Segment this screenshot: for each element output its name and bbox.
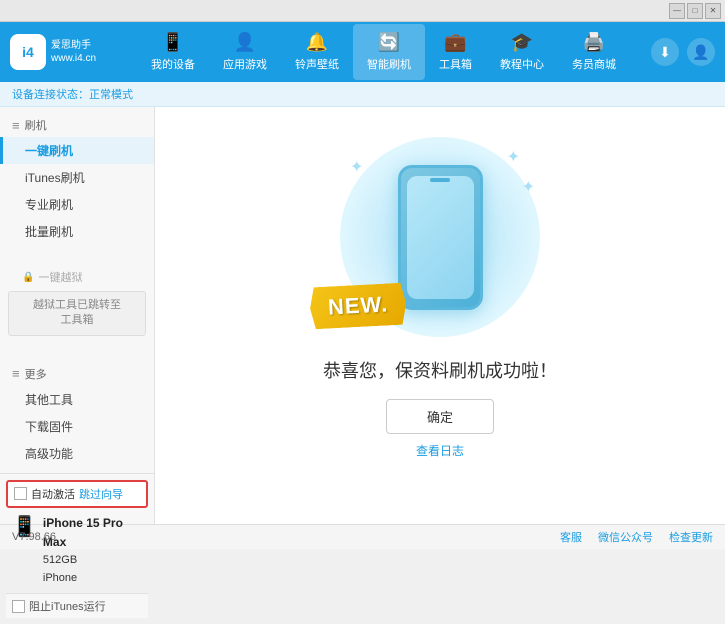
logo-text: 爱思助手 www.i4.cn bbox=[51, 39, 96, 65]
sidebar-item-batch-flash[interactable]: 批量刷机 bbox=[0, 218, 154, 245]
log-link[interactable]: 查看日志 bbox=[416, 442, 464, 459]
nav-toolbox[interactable]: 💼 工具箱 bbox=[425, 24, 486, 80]
phone-notch bbox=[430, 178, 450, 182]
logo-abbr: i4 bbox=[22, 44, 34, 60]
jailbreak-section-header: 🔒 一键越狱 bbox=[0, 265, 154, 289]
nav-my-device[interactable]: 📱 我的设备 bbox=[137, 24, 209, 80]
nav-ringtone-label: 铃声壁纸 bbox=[295, 56, 339, 72]
main-layout: ≡ 刷机 一键刷机 iTunes刷机 专业刷机 批量刷机 🔒 一键越狱 bbox=[0, 107, 725, 524]
status-value: 正常模式 bbox=[89, 89, 133, 101]
new-badge-text: NEW. bbox=[327, 291, 388, 319]
my-device-icon: 📱 bbox=[162, 32, 184, 53]
new-badge: NEW. bbox=[309, 283, 407, 330]
sidebar-item-itunes-flash[interactable]: iTunes刷机 bbox=[0, 164, 154, 191]
close-button[interactable]: ✕ bbox=[705, 3, 721, 19]
more-section-icon: ≡ bbox=[12, 366, 20, 381]
tutorial-icon: 🎓 bbox=[511, 32, 533, 53]
status-bar: 设备连接状态：正常模式 bbox=[0, 82, 725, 107]
phone-glow: ✦ ✦ ✦ NEW. bbox=[340, 137, 540, 337]
nav-ringtone[interactable]: 🔔 铃声壁纸 bbox=[281, 24, 353, 80]
window-title-bar: — □ ✕ bbox=[0, 0, 725, 22]
lock-icon: 🔒 bbox=[22, 272, 34, 283]
footer-right: 客服 微信公众号 检查更新 bbox=[560, 529, 713, 545]
sidebar-item-other-tools[interactable]: 其他工具 bbox=[0, 386, 154, 413]
nav-service-label: 务员商城 bbox=[572, 56, 616, 72]
flash-section: ≡ 刷机 一键刷机 iTunes刷机 专业刷机 批量刷机 bbox=[0, 107, 154, 251]
nav-smart-flash[interactable]: 🔄 智能刷机 bbox=[353, 24, 425, 80]
phone-body bbox=[398, 165, 483, 310]
auto-activate-label: 自动激活 bbox=[31, 486, 75, 502]
success-message: 恭喜您，保资料刷机成功啦！ bbox=[323, 357, 557, 383]
device-type: iPhone bbox=[43, 570, 142, 588]
header-right: ⬇ 👤 bbox=[651, 38, 715, 66]
sidebar-item-pro-flash[interactable]: 专业刷机 bbox=[0, 191, 154, 218]
more-section: ≡ 更多 其他工具 下载固件 高级功能 bbox=[0, 352, 154, 473]
nav-bar: 📱 我的设备 👤 应用游戏 🔔 铃声壁纸 🔄 智能刷机 💼 工具箱 🎓 教程中心… bbox=[116, 24, 651, 80]
smart-flash-icon: 🔄 bbox=[378, 32, 400, 53]
phone-illustration: ✦ ✦ ✦ NEW. bbox=[340, 137, 540, 337]
app-game-icon: 👤 bbox=[234, 32, 256, 53]
confirm-button[interactable]: 确定 bbox=[386, 399, 494, 434]
footer-wechat-link[interactable]: 微信公众号 bbox=[598, 529, 653, 545]
more-section-header: ≡ 更多 bbox=[0, 362, 154, 386]
flash-section-icon: ≡ bbox=[12, 118, 20, 133]
block-itunes-label: 阻止iTunes运行 bbox=[29, 598, 106, 614]
sidebar-item-one-key-flash[interactable]: 一键刷机 bbox=[0, 137, 154, 164]
header: i4 爱思助手 www.i4.cn 📱 我的设备 👤 应用游戏 🔔 铃声壁纸 🔄… bbox=[0, 22, 725, 82]
nav-app-game-label: 应用游戏 bbox=[223, 56, 267, 72]
user-avatar[interactable]: 👤 bbox=[687, 38, 715, 66]
device-info: 📱 iPhone 15 Pro Max 512GB iPhone bbox=[6, 508, 148, 594]
nav-my-device-label: 我的设备 bbox=[151, 56, 195, 72]
device-name: iPhone 15 Pro Max bbox=[43, 514, 142, 552]
sidebar-bottom: 自动激活 跳过向导 📱 iPhone 15 Pro Max 512GB iPho… bbox=[0, 473, 154, 624]
auto-activate-checkbox[interactable] bbox=[14, 487, 27, 500]
nav-tutorial-label: 教程中心 bbox=[500, 56, 544, 72]
sidebar-item-download-firm[interactable]: 下载固件 bbox=[0, 413, 154, 440]
sparkle-1: ✦ bbox=[350, 157, 363, 177]
service-icon: 🖨️ bbox=[583, 32, 605, 53]
block-itunes-row: 阻止iTunes运行 bbox=[6, 593, 148, 618]
sidebar-item-advanced[interactable]: 高级功能 bbox=[0, 440, 154, 467]
jailbreak-section-label: 一键越狱 bbox=[38, 269, 82, 285]
footer-check-update-link[interactable]: 检查更新 bbox=[669, 529, 713, 545]
jailbreak-section: 🔒 一键越狱 越狱工具已跳转至工具箱 bbox=[0, 259, 154, 344]
footer-left: V7.98.66 bbox=[12, 531, 56, 543]
toolbox-icon: 💼 bbox=[444, 32, 466, 53]
nav-tutorial[interactable]: 🎓 教程中心 bbox=[486, 24, 558, 80]
auto-activate-row: 自动激活 跳过向导 bbox=[6, 480, 148, 508]
download-icon[interactable]: ⬇ bbox=[651, 38, 679, 66]
sparkle-3: ✦ bbox=[522, 177, 535, 197]
flash-section-header: ≡ 刷机 bbox=[0, 113, 154, 137]
block-itunes-checkbox[interactable] bbox=[12, 600, 25, 613]
more-section-label: 更多 bbox=[25, 366, 47, 382]
ringtone-icon: 🔔 bbox=[306, 32, 328, 53]
sidebar: ≡ 刷机 一键刷机 iTunes刷机 专业刷机 批量刷机 🔒 一键越狱 bbox=[0, 107, 155, 524]
jailbreak-disabled-notice: 越狱工具已跳转至工具箱 bbox=[8, 291, 146, 336]
sparkle-2: ✦ bbox=[507, 147, 520, 167]
jailbreak-disabled-text: 越狱工具已跳转至工具箱 bbox=[33, 299, 121, 326]
footer-client-link[interactable]: 客服 bbox=[560, 529, 582, 545]
maximize-button[interactable]: □ bbox=[687, 3, 703, 19]
guide-button[interactable]: 跳过向导 bbox=[79, 486, 123, 502]
logo-icon: i4 bbox=[10, 34, 46, 70]
phone-screen bbox=[407, 176, 474, 299]
content-area: ✦ ✦ ✦ NEW. 恭喜您，保资料刷机成功啦！ 确定 查看日志 bbox=[155, 107, 725, 524]
footer-version: V7.98.66 bbox=[12, 531, 56, 543]
nav-app-game[interactable]: 👤 应用游戏 bbox=[209, 24, 281, 80]
nav-toolbox-label: 工具箱 bbox=[439, 56, 472, 72]
status-prefix: 设备连接状态： bbox=[12, 89, 89, 101]
flash-section-label: 刷机 bbox=[25, 117, 47, 133]
device-details: iPhone 15 Pro Max 512GB iPhone bbox=[43, 514, 142, 588]
minimize-button[interactable]: — bbox=[669, 3, 685, 19]
logo: i4 爱思助手 www.i4.cn bbox=[10, 34, 96, 70]
device-storage: 512GB bbox=[43, 552, 142, 570]
nav-smart-flash-label: 智能刷机 bbox=[367, 56, 411, 72]
nav-service[interactable]: 🖨️ 务员商城 bbox=[558, 24, 630, 80]
